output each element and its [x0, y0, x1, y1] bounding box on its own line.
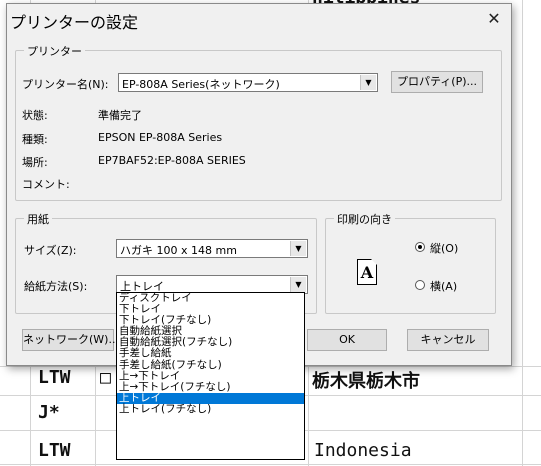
- paper-source-dropdown-list[interactable]: ディスクトレイ 下トレイ 下トレイ(フチなし) 自動給紙選択 自動給紙選択(フチ…: [116, 292, 305, 460]
- cell-country: Indonesia: [314, 440, 412, 461]
- type-label: 種類:: [22, 133, 48, 146]
- paper-size-value: ハガキ 100 x 148 mm: [120, 244, 237, 257]
- portrait-label[interactable]: 縦(O): [430, 240, 458, 256]
- dialog-titlebar: プリンターの設定 ✕: [7, 4, 511, 34]
- properties-button[interactable]: プロパティ(P)...: [391, 71, 483, 93]
- type-value: EPSON EP-808A Series: [98, 131, 223, 144]
- landscape-label[interactable]: 横(A): [430, 278, 457, 294]
- cell-code: LTW: [38, 440, 71, 461]
- paper-size-label: サイズ(Z):: [24, 244, 77, 257]
- comment-label: コメント:: [22, 178, 70, 191]
- cancel-button[interactable]: キャンセル: [407, 329, 489, 351]
- cell-address: 栃木県栃木市: [312, 371, 420, 392]
- chevron-down-icon[interactable]: ▼: [290, 277, 306, 292]
- status-value: 準備完了: [98, 109, 142, 122]
- grid-line: [0, 464, 541, 465]
- paper-source-option[interactable]: 手差し給紙: [117, 348, 304, 359]
- cell-fragment: □: [100, 367, 111, 388]
- where-value: EP7BAF52:EP-808A SERIES: [98, 154, 246, 167]
- where-label: 場所:: [22, 156, 48, 169]
- paper-group-label: 用紙: [24, 211, 52, 227]
- printer-group: プリンター プリンター名(N): EP-808A Series(ネットワーク) …: [15, 43, 502, 201]
- portrait-radio[interactable]: [415, 242, 425, 252]
- orientation-group-label: 印刷の向き: [334, 211, 395, 227]
- landscape-radio[interactable]: [415, 280, 425, 290]
- portrait-page-icon: A: [357, 259, 377, 285]
- paper-source-option[interactable]: 上トレイ(フチなし): [117, 403, 304, 415]
- status-label: 状態:: [22, 109, 48, 122]
- cell-code: J*: [38, 402, 60, 423]
- paper-size-select[interactable]: ハガキ 100 x 148 mm ▼: [116, 239, 308, 258]
- printer-group-label: プリンター: [24, 43, 85, 59]
- chevron-down-icon[interactable]: ▼: [290, 241, 306, 256]
- close-icon[interactable]: ✕: [483, 8, 505, 30]
- dialog-title: プリンターの設定: [10, 13, 139, 32]
- printer-name-value: EP-808A Series(ネットワーク): [122, 78, 280, 91]
- grid-line: [522, 0, 523, 466]
- paper-source-option[interactable]: 手差し給紙(フチなし): [117, 359, 304, 371]
- cell-code: LTW: [38, 367, 71, 388]
- orientation-group: 印刷の向き A 縦(O) 横(A): [325, 211, 496, 314]
- ok-button[interactable]: OK: [307, 329, 387, 351]
- paper-source-label: 給紙方法(S):: [24, 280, 88, 293]
- network-button[interactable]: ネットワーク(W)...: [22, 329, 119, 351]
- printer-name-select[interactable]: EP-808A Series(ネットワーク) ▼: [118, 73, 378, 92]
- printer-name-label: プリンター名(N):: [22, 78, 109, 91]
- chevron-down-icon[interactable]: ▼: [360, 75, 376, 90]
